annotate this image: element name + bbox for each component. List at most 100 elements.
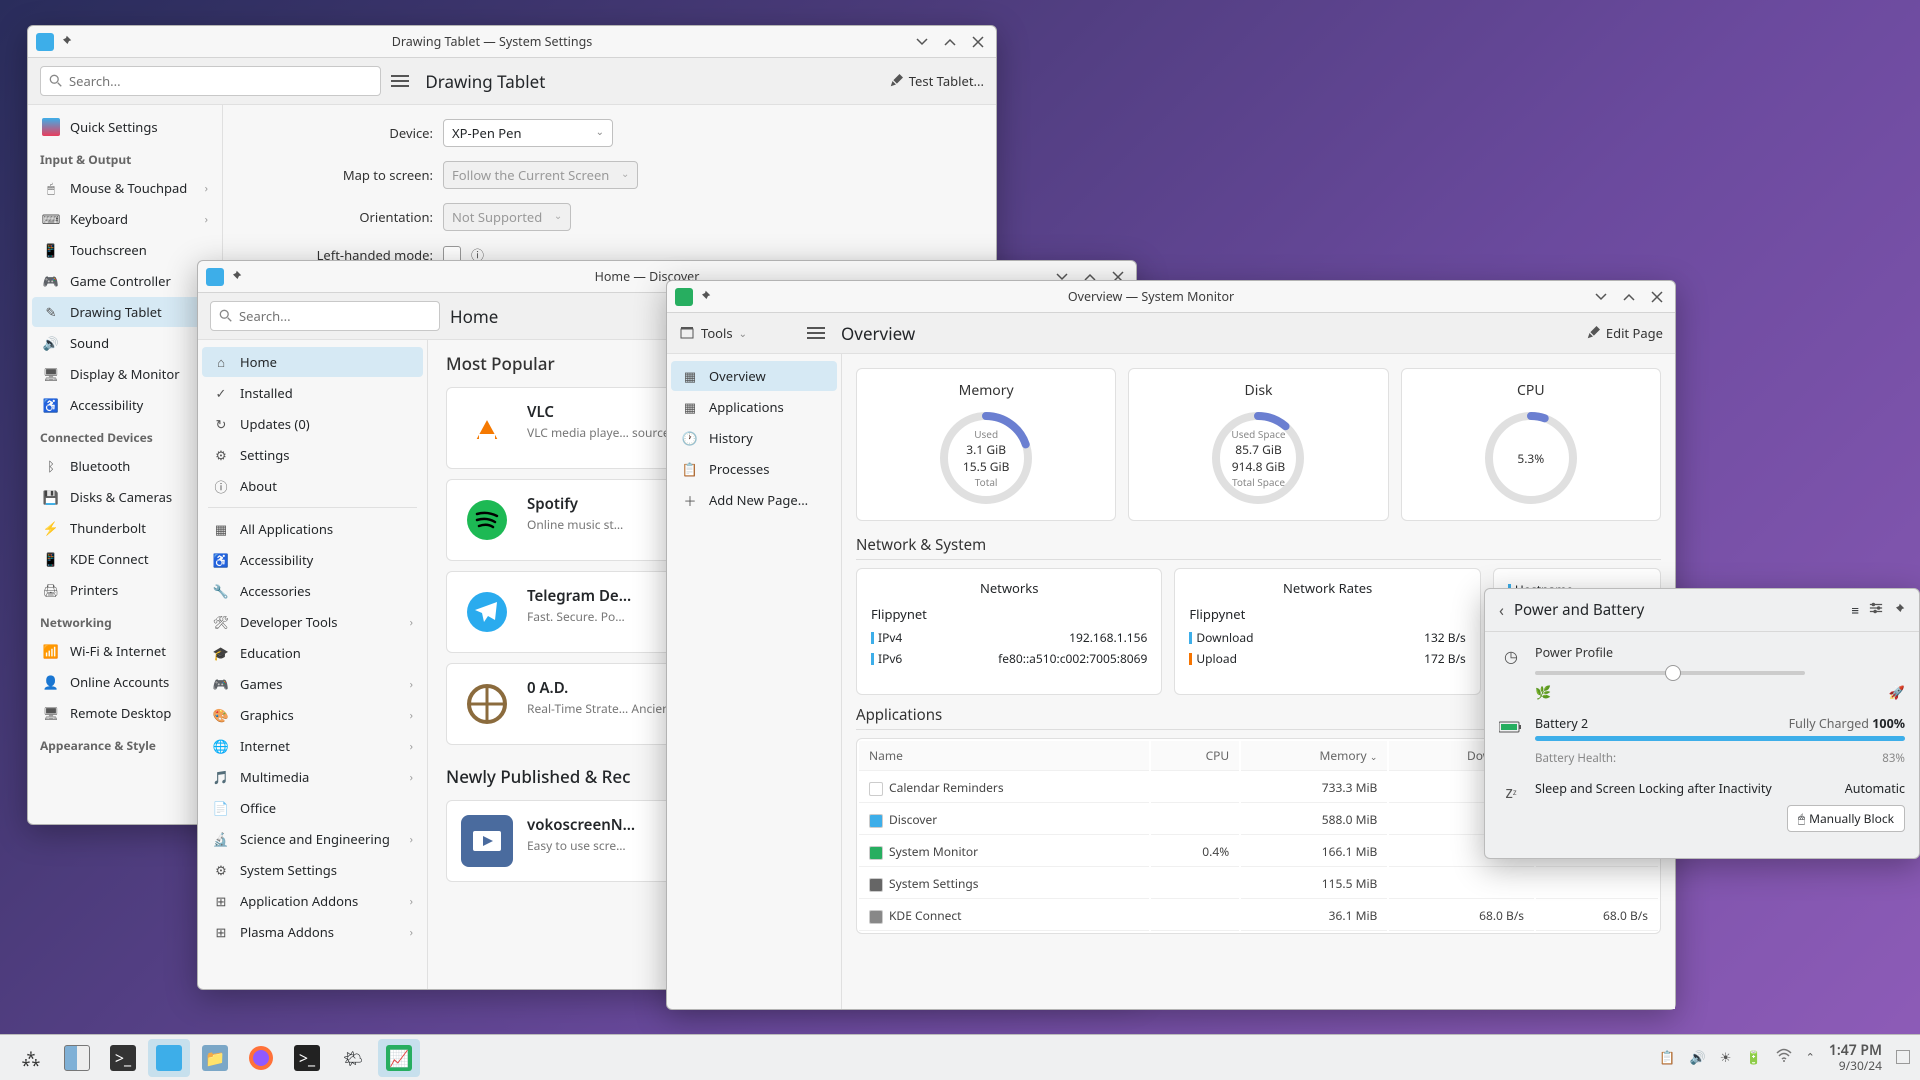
- maximize-button[interactable]: [1619, 287, 1639, 307]
- sidebar-item[interactable]: ▦Overview: [671, 361, 837, 391]
- minimize-button[interactable]: [912, 32, 932, 52]
- taskbar-item-firefox[interactable]: [240, 1039, 282, 1077]
- search-input[interactable]: [210, 301, 440, 331]
- sidebar-item[interactable]: ▦Applications: [671, 392, 837, 422]
- taskbar-launcher[interactable]: ⁂: [10, 1039, 52, 1077]
- sidebar-item[interactable]: ♿Accessibility: [32, 390, 218, 420]
- sidebar-item[interactable]: ✎Drawing Tablet: [32, 297, 218, 327]
- sidebar-item[interactable]: 🖥Display & Monitor: [32, 359, 218, 389]
- taskbar-item[interactable]: >_: [102, 1039, 144, 1077]
- sidebar-icon: 💾: [42, 488, 60, 506]
- edit-page-button[interactable]: Edit Page: [1586, 324, 1663, 342]
- chevron-up-icon[interactable]: ⌃: [1806, 1050, 1815, 1065]
- pin-icon[interactable]: [230, 268, 242, 286]
- sidebar-item[interactable]: 🎓Education: [202, 638, 423, 668]
- sidebar-item[interactable]: ♿Accessibility: [202, 545, 423, 575]
- taskbar-item-sysmon[interactable]: 📈: [378, 1039, 420, 1077]
- close-button[interactable]: [1647, 287, 1667, 307]
- sidebar-item-quick-settings[interactable]: Quick Settings: [32, 112, 218, 142]
- sidebar-item[interactable]: 📱Touchscreen: [32, 235, 218, 265]
- sidebar-icon: 🖱: [42, 179, 60, 197]
- menu-icon[interactable]: ≡: [1851, 601, 1859, 619]
- power-profile-slider[interactable]: [1535, 671, 1805, 675]
- sidebar-item[interactable]: ⚡Thunderbolt: [32, 513, 218, 543]
- sidebar-item[interactable]: ⌂Home: [202, 347, 423, 377]
- sidebar-item[interactable]: ⊞Plasma Addons›: [202, 917, 423, 947]
- sidebar-item[interactable]: 🎨Graphics›: [202, 700, 423, 730]
- hamburger-menu[interactable]: [391, 69, 415, 93]
- sidebar-item[interactable]: 🛠Developer Tools›: [202, 607, 423, 637]
- sidebar-icon: 🖥: [42, 704, 60, 722]
- device-select[interactable]: XP-Pen Pen⌄: [443, 119, 613, 147]
- app-icon: [461, 402, 513, 454]
- configure-icon[interactable]: [1869, 601, 1883, 619]
- taskbar-item-konsole[interactable]: >_: [286, 1039, 328, 1077]
- clipboard-icon[interactable]: 📋: [1659, 1048, 1675, 1066]
- sidebar-item[interactable]: 🔊Sound: [32, 328, 218, 358]
- search-input[interactable]: [40, 66, 381, 96]
- volume-icon[interactable]: 🔊: [1690, 1048, 1706, 1066]
- taskbar-pager[interactable]: [56, 1039, 98, 1077]
- sidebar-item[interactable]: ⚙Settings: [202, 440, 423, 470]
- test-tablet-button[interactable]: Test Tablet...: [889, 72, 984, 90]
- sidebar-item[interactable]: 💾Disks & Cameras: [32, 482, 218, 512]
- sidebar-item[interactable]: 🎮Game Controller: [32, 266, 218, 296]
- sidebar-icon: 🖨: [42, 581, 60, 599]
- sidebar-item[interactable]: 🎮Games›: [202, 669, 423, 699]
- sidebar-item[interactable]: 🌐Internet›: [202, 731, 423, 761]
- performance-icon: 🚀: [1889, 683, 1905, 701]
- sidebar-item[interactable]: ▦All Applications: [202, 514, 423, 544]
- sidebar-item[interactable]: ＋Add New Page...: [671, 485, 837, 515]
- sidebar-item[interactable]: 🔧Accessories: [202, 576, 423, 606]
- sidebar-item[interactable]: 🖥Remote Desktop: [32, 698, 218, 728]
- sidebar-item[interactable]: ᛒBluetooth: [32, 451, 218, 481]
- manually-block-button[interactable]: 🖱Manually Block: [1787, 805, 1905, 832]
- pin-icon[interactable]: [60, 33, 72, 51]
- clock[interactable]: 1:47 PM 9/30/24: [1829, 1043, 1882, 1072]
- minimize-button[interactable]: [1591, 287, 1611, 307]
- sidebar-icon: ▦: [681, 398, 699, 416]
- sidebar-item[interactable]: ⌨Keyboard›: [32, 204, 218, 234]
- sidebar-item[interactable]: ↻Updates (0): [202, 409, 423, 439]
- taskbar-item-files[interactable]: 📁: [194, 1039, 236, 1077]
- sidebar-item[interactable]: 👤Online Accounts: [32, 667, 218, 697]
- sidebar-item[interactable]: 🎵Multimedia›: [202, 762, 423, 792]
- tools-menu[interactable]: Tools ⌄: [679, 324, 747, 342]
- rates-card: Network Rates Flippynet Download132 B/s …: [1174, 568, 1480, 695]
- sidebar-item[interactable]: 🔬Science and Engineering›: [202, 824, 423, 854]
- sidebar-icon: 🎨: [212, 706, 230, 724]
- sidebar-item[interactable]: ✓Installed: [202, 378, 423, 408]
- gauge-icon: ◷: [1499, 644, 1523, 668]
- chevron-icon: ›: [410, 615, 413, 630]
- sidebar-item[interactable]: ⓘAbout: [202, 471, 423, 501]
- table-row[interactable]: KDE Connect36.1 MiB68.0 B/s68.0 B/s: [859, 901, 1658, 931]
- powersave-icon: 🌿: [1535, 683, 1551, 701]
- taskbar-item-weather[interactable]: 🌤: [332, 1039, 374, 1077]
- show-desktop-icon[interactable]: [1896, 1050, 1910, 1064]
- sidebar-item[interactable]: ⚙System Settings: [202, 855, 423, 885]
- sidebar-item[interactable]: 🖨Printers: [32, 575, 218, 605]
- maximize-button[interactable]: [940, 32, 960, 52]
- sidebar-item[interactable]: ⊞Application Addons›: [202, 886, 423, 916]
- sidebar-icon: 🔧: [212, 582, 230, 600]
- sidebar-item[interactable]: 🖱Mouse & Touchpad›: [32, 173, 218, 203]
- sidebar-item[interactable]: 🕐History: [671, 423, 837, 453]
- pin-icon[interactable]: [1893, 601, 1905, 619]
- close-button[interactable]: [968, 32, 988, 52]
- sidebar-item[interactable]: 📱KDE Connect: [32, 544, 218, 574]
- wifi-icon[interactable]: [1776, 1047, 1792, 1067]
- brightness-icon[interactable]: ☀: [1720, 1048, 1732, 1066]
- taskbar-item-discover[interactable]: [148, 1039, 190, 1077]
- table-row[interactable]: System Settings115.5 MiB: [859, 869, 1658, 899]
- titlebar[interactable]: Drawing Tablet — System Settings: [28, 26, 996, 58]
- titlebar[interactable]: Overview — System Monitor: [667, 281, 1675, 313]
- back-icon[interactable]: ‹: [1499, 599, 1504, 621]
- battery-tray-icon[interactable]: 🔋: [1745, 1048, 1761, 1066]
- chevron-icon: ›: [205, 212, 208, 227]
- sidebar-item[interactable]: 📶Wi-Fi & Internet: [32, 636, 218, 666]
- pin-icon[interactable]: [699, 288, 711, 306]
- sidebar-item[interactable]: 📄Office: [202, 793, 423, 823]
- sidebar-icon: ⚡: [42, 519, 60, 537]
- sidebar-item[interactable]: 📋Processes: [671, 454, 837, 484]
- hamburger-menu[interactable]: [807, 321, 831, 345]
